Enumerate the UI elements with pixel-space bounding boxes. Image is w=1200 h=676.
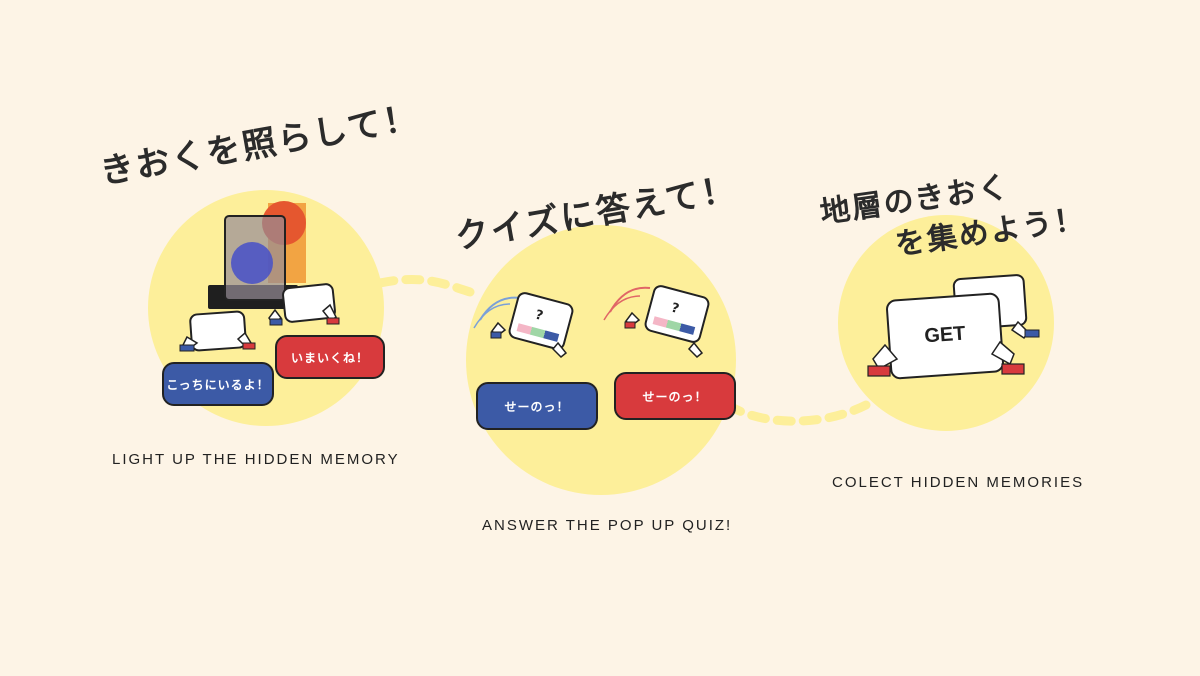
hands-get-icon [867,320,1040,377]
speech-bubble-ready-blue: せーのっ！ [476,382,598,430]
section2-caption: ANSWER THE POP UP QUIZ! [482,517,733,534]
speech-bubble-ready-red: せーのっ！ [614,372,736,420]
section1-caption: LIGHT UP THE HIDDEN MEMORY [112,451,400,468]
speech-bubble-here: こっちにいるよ！ [162,362,274,406]
memory-light-blue-circle [231,242,273,284]
section3-caption: COLECT HIDDEN MEMORIES [832,474,1085,491]
hands-quiz-right-icon [624,311,704,359]
hands-quiz-left-icon [490,321,568,359]
speech-bubble-coming: いまいくね！ [275,335,385,379]
